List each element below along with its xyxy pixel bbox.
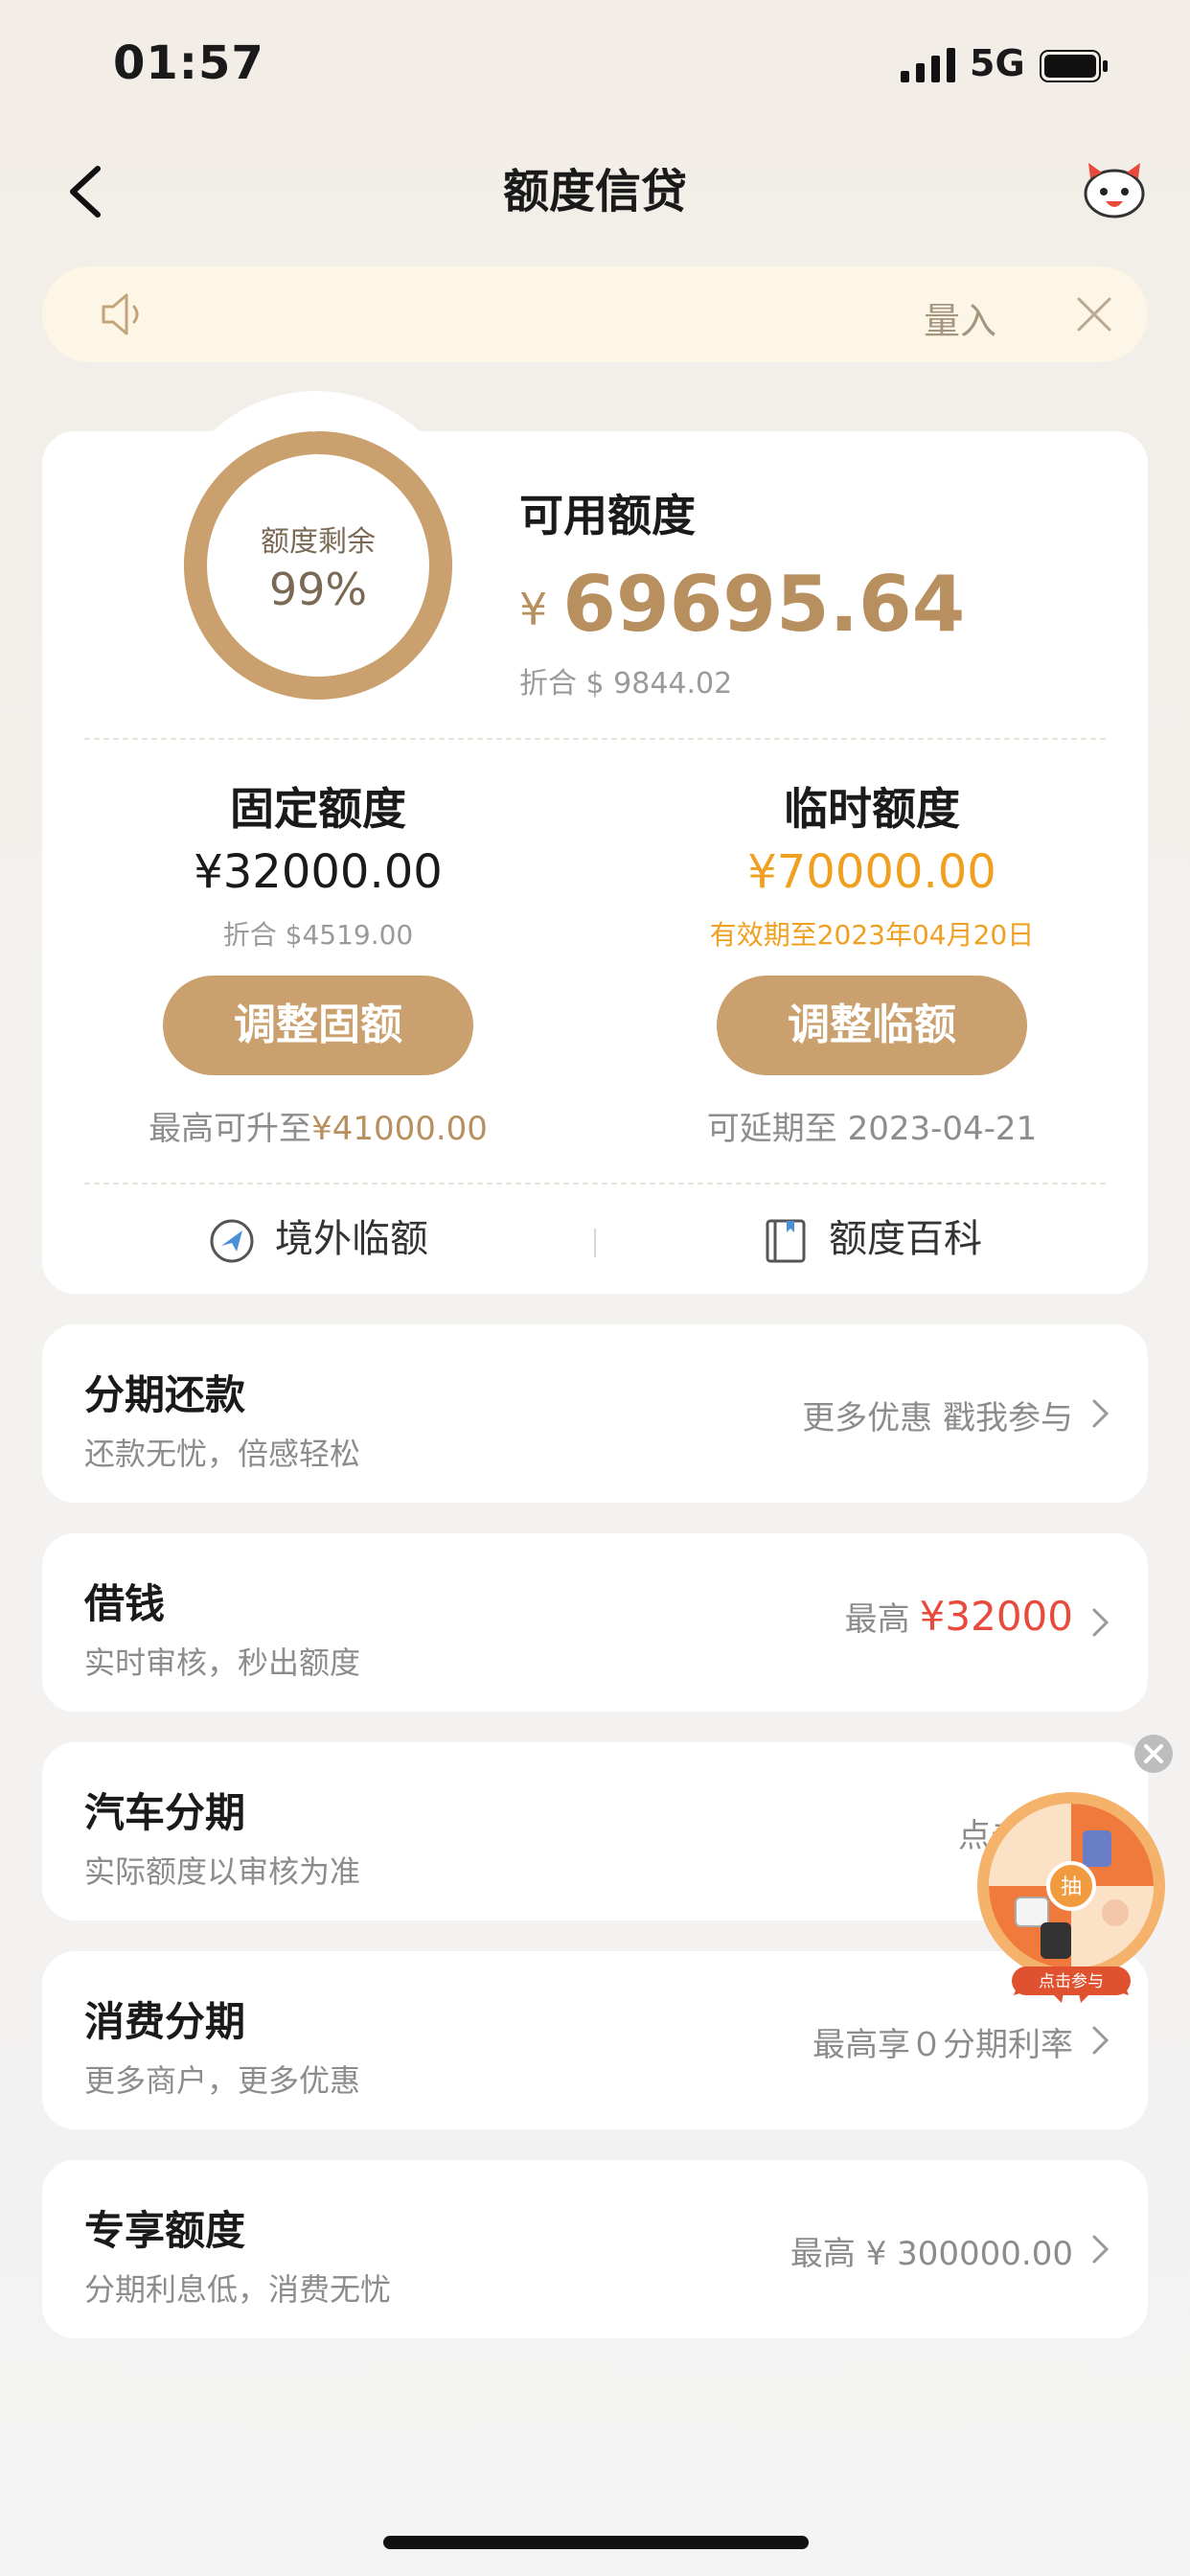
temp-validity: 有效期至2023年04月20日	[709, 919, 1035, 951]
temp-amount: ¥70000.00	[747, 845, 996, 899]
close-icon[interactable]	[1133, 1733, 1175, 1775]
plane-icon	[210, 1219, 254, 1263]
network-type: 5G	[970, 42, 1025, 84]
ring-percent: 99%	[268, 564, 368, 615]
notice-text: 量入	[923, 300, 996, 342]
available-usd: 折合 $ 9844.02	[519, 667, 733, 701]
book-icon	[766, 1219, 806, 1263]
item-title: 消费分期	[84, 1998, 246, 2045]
adjust-temp-button[interactable]: 调整临额	[717, 976, 1027, 1075]
chevron-right-icon	[1092, 2235, 1110, 2264]
overseas-link[interactable]: 境外临额	[50, 1208, 586, 1265]
item-subtitle: 更多商户，更多优惠	[84, 2062, 361, 2099]
item-subtitle: 实时审核，秒出额度	[84, 1644, 361, 1681]
item-subtitle: 实际额度以审核为准	[84, 1853, 361, 1890]
item-max-value: ¥32000	[919, 1593, 1073, 1640]
fixed-title: 固定额度	[230, 783, 406, 835]
wheel-center-label: 抽	[1061, 1875, 1082, 1899]
item-subtitle: 分期利息低，消费无忧	[84, 2271, 392, 2308]
mascot-icon[interactable]	[1081, 159, 1148, 220]
encyclopedia-link[interactable]: 额度百科	[604, 1208, 1140, 1265]
available-label: 可用额度	[519, 490, 696, 541]
item-max-prefix: 最高	[844, 1600, 910, 1639]
lottery-wheel-icon[interactable]: 抽 点击参与	[975, 1790, 1167, 2003]
wheel-ribbon-label: 点击参与	[1039, 1972, 1104, 1991]
overseas-label: 境外临额	[275, 1217, 428, 1261]
item-max: 最高 ¥32000	[845, 1593, 1073, 1640]
ring-label: 额度剩余	[261, 525, 376, 559]
item-title: 专享额度	[84, 2207, 246, 2254]
temp-title: 临时额度	[784, 783, 960, 835]
list-item-borrow[interactable]: 借钱 实时审核，秒出额度 最高 ¥32000	[42, 1533, 1148, 1712]
close-icon[interactable]	[1075, 295, 1113, 334]
item-subtitle: 还款无忧，倍感轻松	[84, 1436, 361, 1472]
fixed-max: 最高可升至¥41000.00	[50, 1102, 586, 1149]
signal-icon	[901, 48, 955, 82]
fixed-usd: 折合 $4519.00	[222, 919, 414, 951]
chevron-right-icon	[1092, 2026, 1110, 2055]
item-title: 汽车分期	[84, 1789, 246, 1836]
currency-symbol: ¥	[519, 584, 548, 635]
page-title: 额度信贷	[502, 165, 687, 218]
home-indicator[interactable]	[383, 2536, 809, 2549]
divider	[84, 1183, 1106, 1184]
item-promo: 更多优惠 戳我参与	[802, 1399, 1073, 1438]
available-amount-value: 69695.64	[562, 560, 966, 649]
link-separator	[594, 1229, 596, 1257]
list-item-exclusive-credit[interactable]: 专享额度 分期利息低，消费无忧 最高 ¥ 300000.00	[42, 2160, 1148, 2338]
chevron-right-icon	[1092, 1608, 1110, 1637]
divider	[84, 738, 1106, 740]
notice-bar[interactable]: 量入	[42, 266, 1148, 362]
item-promo: 最高享０分期利率	[812, 2026, 1073, 2064]
adjust-fixed-button[interactable]: 调整固额	[163, 976, 473, 1075]
speaker-icon	[102, 293, 139, 335]
fixed-max-value: ¥41000.00	[311, 1110, 488, 1148]
list-item-installment-repay[interactable]: 分期还款 还款无忧，倍感轻松 更多优惠 戳我参与	[42, 1324, 1148, 1503]
chevron-right-icon	[1092, 1399, 1110, 1428]
status-time: 01:57	[113, 36, 264, 90]
item-promo: 最高 ¥ 300000.00	[790, 2235, 1073, 2273]
fixed-max-prefix: 最高可升至	[149, 1110, 312, 1148]
available-amount: ¥69695.64	[519, 560, 965, 649]
battery-icon	[1040, 50, 1108, 82]
encyclopedia-label: 额度百科	[829, 1217, 982, 1261]
item-title: 借钱	[84, 1580, 166, 1627]
fixed-amount: ¥32000.00	[194, 845, 443, 899]
item-title: 分期还款	[84, 1371, 246, 1418]
temp-extend: 可延期至 2023-04-21	[706, 1110, 1038, 1148]
